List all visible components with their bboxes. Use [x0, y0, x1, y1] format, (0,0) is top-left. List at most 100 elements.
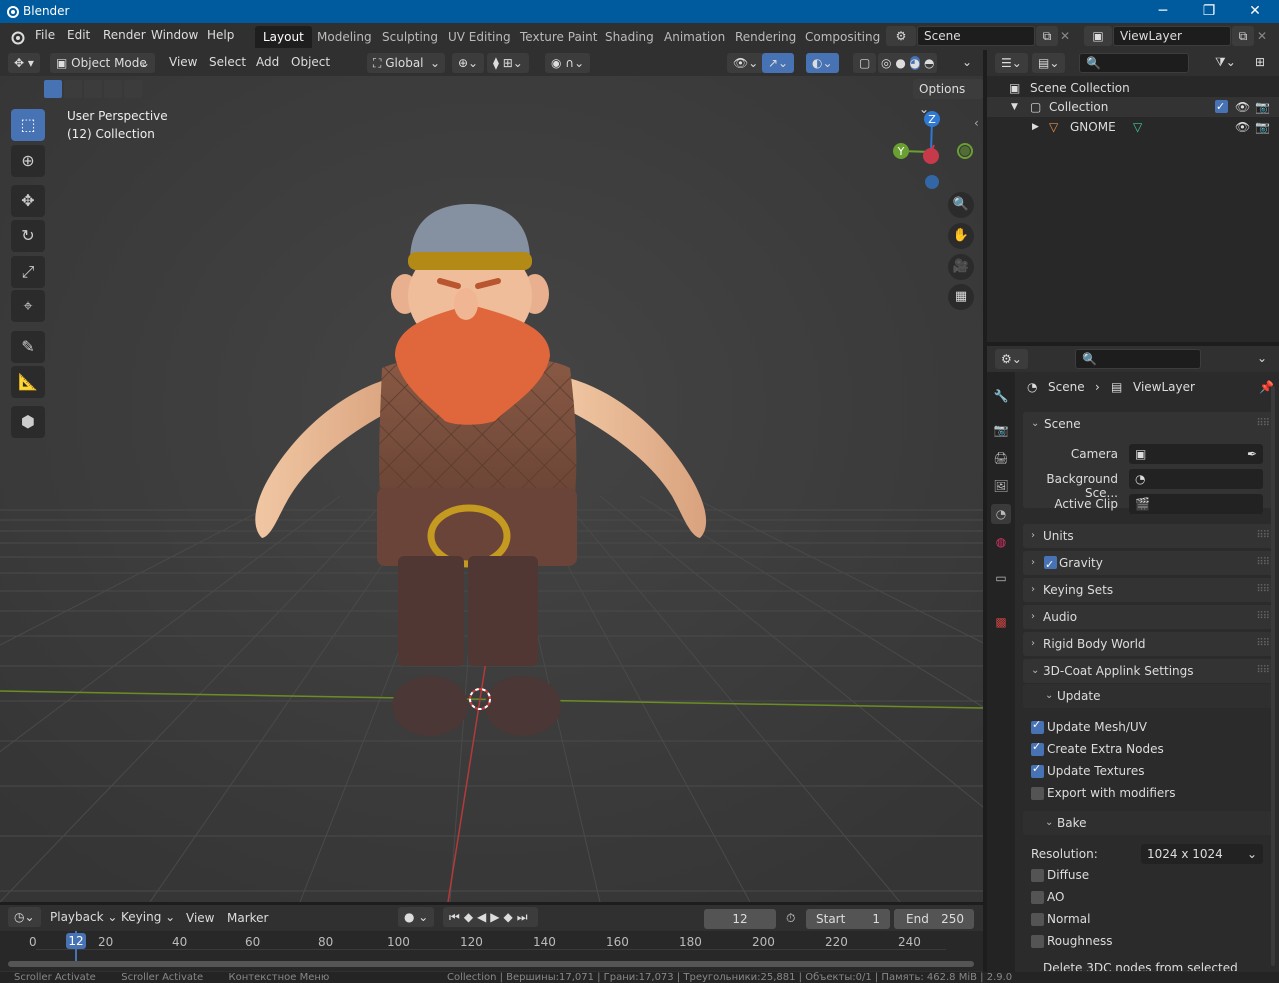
start-frame-field[interactable]: Start 1: [806, 909, 890, 929]
measure-tool-icon[interactable]: 📐: [11, 366, 45, 398]
sidebar-toggle-icon[interactable]: ‹: [974, 116, 979, 130]
bake-subpanel[interactable]: ⌄ Bake: [1023, 811, 1273, 835]
view-layer-tab-icon[interactable]: 🖼: [991, 476, 1011, 496]
normal-checkbox[interactable]: [1031, 913, 1044, 926]
overlays-toggle-icon[interactable]: ◐⌄: [806, 53, 839, 73]
zoom-icon[interactable]: 🔍: [948, 192, 974, 218]
create-extra-nodes-checkbox[interactable]: [1031, 740, 1044, 756]
camera-view-icon[interactable]: 🎥: [948, 254, 974, 280]
timeline-marker-menu[interactable]: Marker: [227, 911, 268, 925]
menu-add[interactable]: Add: [256, 55, 279, 69]
rotate-tool-icon[interactable]: ↻: [11, 220, 45, 252]
shading-modes[interactable]: ◎ ● ◕ ◓: [878, 53, 938, 73]
tab-animation[interactable]: Animation: [656, 26, 733, 48]
render-tab-icon[interactable]: 📷: [991, 420, 1011, 440]
play-reverse-icon[interactable]: ◀: [477, 910, 490, 924]
prev-keyframe-icon[interactable]: ◆: [464, 910, 477, 924]
transform-orientation-dropdown[interactable]: ⛶ Global ⌄: [367, 53, 445, 73]
rendered-shading-icon[interactable]: ◓: [924, 56, 934, 70]
world-tab-icon[interactable]: ◍: [991, 532, 1011, 552]
xray-toggle-icon[interactable]: ▢: [853, 53, 877, 73]
viewlayer-field[interactable]: ViewLayer: [1113, 26, 1231, 46]
new-viewlayer-icon[interactable]: ⧉: [1232, 26, 1254, 46]
annotate-tool-icon[interactable]: ✎: [11, 331, 45, 363]
3d-viewport[interactable]: User Perspective (12) Collection Options…: [0, 76, 983, 902]
camera-render-icon[interactable]: 📷: [1255, 117, 1270, 137]
next-keyframe-icon[interactable]: ◆: [504, 910, 517, 924]
maximize-button[interactable]: ❐: [1186, 0, 1232, 23]
gravity-panel[interactable]: › Gravity ⠿⠿: [1023, 551, 1273, 577]
outliner-row-scene-collection[interactable]: ▣ Scene Collection: [987, 78, 1279, 98]
camera-render-icon[interactable]: 📷: [1255, 97, 1270, 117]
current-frame-field[interactable]: 12: [704, 909, 776, 929]
snap-icon[interactable]: ⧫ ⊞⌄: [487, 53, 529, 73]
properties-editor-icon[interactable]: ⚙⌄: [995, 349, 1028, 369]
menu-object[interactable]: Object: [291, 55, 330, 69]
menu-file[interactable]: File: [35, 28, 55, 42]
menu-window[interactable]: Window: [151, 28, 198, 42]
editor-type-icon[interactable]: ✥ ▾: [8, 53, 40, 73]
remove-scene-icon[interactable]: ✕: [1060, 29, 1070, 43]
tab-sculpting[interactable]: Sculpting: [374, 26, 446, 48]
expand-chevron-icon[interactable]: ▶: [1032, 117, 1039, 137]
minimize-button[interactable]: ─: [1140, 0, 1186, 23]
timeline-scrollbar[interactable]: [8, 961, 974, 967]
perspective-toggle-icon[interactable]: ▦: [948, 284, 974, 310]
pan-hand-icon[interactable]: ✋: [948, 223, 974, 249]
rigid-body-world-panel[interactable]: › Rigid Body World ⠿⠿: [1023, 632, 1273, 656]
delete-nodes-subpanel[interactable]: Delete 3DC nodes from selected: [1023, 959, 1273, 971]
outliner-row-collection[interactable]: ▼ ▢ Collection 👁 📷: [987, 97, 1279, 117]
scene-tab-icon[interactable]: ◔: [991, 504, 1011, 524]
panel-chevron-down-icon[interactable]: ⌄: [1031, 412, 1039, 436]
stopwatch-icon[interactable]: ⏱: [786, 911, 795, 926]
active-clip-field[interactable]: 🎬: [1129, 494, 1263, 514]
end-frame-field[interactable]: End 250: [894, 909, 974, 929]
select-subtract-icon[interactable]: [84, 80, 102, 98]
drag-grip-icon[interactable]: ⠿⠿: [1256, 412, 1270, 436]
camera-field[interactable]: ▣ ✒: [1129, 444, 1263, 464]
tab-layout[interactable]: Layout: [255, 26, 312, 48]
resolution-dropdown[interactable]: 1024 x 1024 ⌄: [1141, 844, 1263, 864]
cursor-tool-icon[interactable]: ⊕: [11, 145, 45, 177]
tab-shading[interactable]: Shading: [597, 26, 662, 48]
keying-sets-panel[interactable]: › Keying Sets ⠿⠿: [1023, 578, 1273, 602]
update-textures-checkbox[interactable]: [1031, 762, 1044, 778]
menu-render[interactable]: Render: [103, 28, 146, 42]
jump-end-icon[interactable]: ⏭: [517, 910, 532, 924]
playback-controls[interactable]: ⏮◆◀▶◆⏭: [443, 907, 538, 927]
jump-start-icon[interactable]: ⏮: [449, 910, 464, 924]
update-subpanel[interactable]: ⌄ Update: [1023, 684, 1273, 708]
timeline-view-menu[interactable]: View: [186, 911, 214, 925]
export-with-modifiers-checkbox[interactable]: [1031, 787, 1044, 800]
tab-uv-editing[interactable]: UV Editing: [440, 26, 519, 48]
drag-grip-icon[interactable]: ⠿⠿: [1256, 551, 1270, 575]
exclude-checkbox[interactable]: [1215, 97, 1228, 117]
move-tool-icon[interactable]: ✥: [11, 185, 45, 217]
proportional-edit-icon[interactable]: ◉ ∩⌄: [545, 53, 591, 73]
solid-shading-icon[interactable]: ●: [895, 56, 905, 70]
update-mesh-uv-checkbox[interactable]: [1031, 718, 1044, 734]
drag-grip-icon[interactable]: ⠿⠿: [1256, 605, 1270, 629]
outliner-search-input[interactable]: 🔍: [1079, 53, 1189, 73]
properties-scrollbar[interactable]: [1271, 386, 1275, 966]
texture-tab-icon[interactable]: ▩: [991, 612, 1011, 632]
new-collection-icon[interactable]: ⊞: [1255, 55, 1265, 69]
mesh-data-icon[interactable]: ▽: [1133, 117, 1142, 137]
record-keyframes-icon[interactable]: ● ⌄: [398, 907, 435, 927]
tab-texture-paint[interactable]: Texture Paint: [512, 26, 605, 48]
visibility-icon[interactable]: 👁⌄: [727, 53, 765, 73]
select-box-tool-icon[interactable]: ⬚: [11, 109, 45, 141]
playback-menu[interactable]: Playback ⌄: [44, 907, 123, 927]
transform-tool-icon[interactable]: ⌖: [11, 290, 45, 322]
audio-panel[interactable]: › Audio ⠿⠿: [1023, 605, 1273, 629]
material-shading-icon[interactable]: ◕: [909, 56, 921, 70]
drag-grip-icon[interactable]: ⠿⠿: [1256, 659, 1270, 683]
expand-chevron-icon[interactable]: ▼: [1011, 97, 1018, 117]
pivot-point-icon[interactable]: ⊕⌄: [452, 53, 485, 73]
menu-select[interactable]: Select: [209, 55, 246, 69]
drag-grip-icon[interactable]: ⠿⠿: [1256, 578, 1270, 602]
current-frame-marker[interactable]: 12: [66, 933, 86, 949]
tab-compositing[interactable]: Compositing: [797, 26, 888, 48]
applink-panel[interactable]: ⌄ 3D-Coat Applink Settings ⠿⠿: [1023, 659, 1273, 683]
outliner-editor-icon[interactable]: ☰⌄: [995, 53, 1028, 73]
